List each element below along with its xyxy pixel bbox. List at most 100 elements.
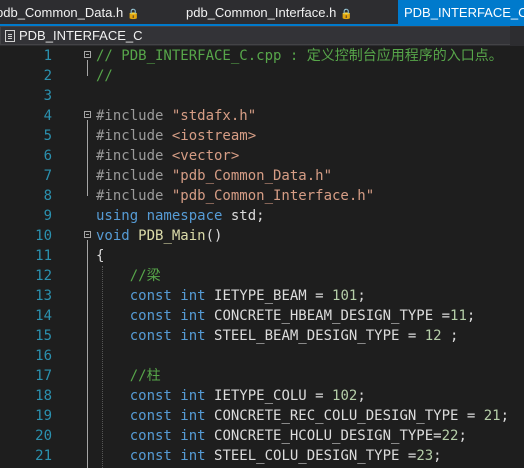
tab-label: pdb_Common_Data.h — [0, 5, 124, 20]
line-number: 3 — [43, 88, 52, 104]
code-token: ; — [458, 428, 467, 444]
collapse-icon[interactable] — [84, 231, 91, 238]
code-line[interactable]: 2 // — [0, 66, 524, 86]
line-number: 12 — [35, 268, 52, 284]
line-number: 1 — [43, 48, 52, 64]
code-token: #include — [96, 148, 172, 164]
code-token: // PDB_INTERFACE_C.cpp : 定义控制台应用程序的入口点。 — [96, 48, 503, 64]
code-text: void PDB_Main() — [96, 226, 222, 246]
code-token: CONCRETE_HBEAM_DESIGN_TYPE = — [214, 308, 451, 324]
code-token: const — [96, 408, 181, 424]
code-token: STEEL_COLU_DESIGN_TYPE = — [214, 448, 417, 464]
code-line[interactable]: 1 // PDB_INTERFACE_C.cpp : 定义控制台应用程序的入口点。 — [0, 46, 524, 66]
code-line[interactable]: 13 const int IETYPE_BEAM = 101; — [0, 286, 524, 306]
tab-pdb-interface-c-cpp[interactable]: PDB_INTERFACE_C.cpp — [398, 0, 524, 26]
code-token: const — [96, 328, 181, 344]
line-number: 18 — [35, 388, 52, 404]
code-line[interactable]: 17 //柱 — [0, 366, 524, 386]
code-token: 101 — [332, 288, 358, 304]
code-text: const int STEEL_COLU_DESIGN_TYPE =23; — [96, 446, 442, 466]
project-scope-dropdown[interactable]: PDB_INTERFACE_C — [0, 26, 516, 45]
lock-icon: 🔒 — [340, 9, 353, 20]
line-number: 14 — [35, 308, 52, 324]
code-line[interactable]: 20 const int CONCRETE_HCOLU_DESIGN_TYPE=… — [0, 426, 524, 446]
code-token: const — [96, 448, 181, 464]
code-token: ; — [357, 388, 366, 404]
code-line[interactable]: 19 const int CONCRETE_REC_COLU_DESIGN_TY… — [0, 406, 524, 426]
code-text: #include <iostream> — [96, 126, 256, 146]
line-number: 10 — [35, 228, 52, 244]
code-token: const — [96, 388, 181, 404]
code-token: PDB_Main — [138, 228, 206, 244]
line-number: 21 — [35, 448, 52, 464]
line-number: 20 — [35, 428, 52, 444]
code-line[interactable]: 14 const int CONCRETE_HBEAM_DESIGN_TYPE … — [0, 306, 524, 326]
tab-pdb-common-interface[interactable]: pdb_Common_Interface.h 🔒 — [186, 0, 376, 26]
code-line[interactable]: 8 #include "pdb_Common_Interface.h" — [0, 186, 524, 206]
code-line[interactable]: 10 void PDB_Main() — [0, 226, 524, 246]
code-token: int — [180, 428, 215, 444]
code-token: <vector> — [171, 148, 240, 164]
code-editor[interactable]: 1 // PDB_INTERFACE_C.cpp : 定义控制台应用程序的入口点。… — [0, 46, 524, 468]
line-number: 11 — [35, 248, 52, 264]
code-token: "pdb_Common_Interface.h" — [171, 188, 375, 204]
code-token: const — [96, 428, 181, 444]
line-number: 8 — [43, 188, 52, 204]
code-token: std; — [230, 208, 265, 224]
code-line[interactable]: 15 const int STEEL_BEAM_DESIGN_TYPE = 12… — [0, 326, 524, 346]
code-line[interactable]: 18 const int IETYPE_COLU = 102; — [0, 386, 524, 406]
document-tab-strip: pdb_Common_Data.h 🔒 pdb_Common_Interface.… — [0, 0, 524, 26]
code-token: 12 — [424, 328, 442, 344]
code-text: using namespace std; — [96, 206, 265, 226]
line-number: 17 — [35, 368, 52, 384]
code-text: //梁 — [96, 266, 161, 286]
code-text: const int IETYPE_COLU = 102; — [96, 386, 366, 406]
project-scope-label: PDB_INTERFACE_C — [19, 28, 143, 43]
code-text: const int STEEL_BEAM_DESIGN_TYPE = 12 ; — [96, 326, 459, 346]
code-token: // — [96, 68, 113, 84]
lock-icon: 🔒 — [127, 9, 140, 20]
line-number: 5 — [43, 128, 52, 144]
line-number: 15 — [35, 328, 52, 344]
code-line[interactable]: 7 #include "pdb_Common_Data.h" — [0, 166, 524, 186]
code-token: int — [180, 328, 215, 344]
code-line[interactable]: 4 #include "stdafx.h" — [0, 106, 524, 126]
navigation-bar: PDB_INTERFACE_C — [0, 26, 524, 47]
code-text: // PDB_INTERFACE_C.cpp : 定义控制台应用程序的入口点。 — [96, 46, 503, 66]
line-number: 4 — [43, 108, 52, 124]
code-token: IETYPE_BEAM = — [214, 288, 333, 304]
code-token: namespace — [146, 208, 231, 224]
code-token: #include — [96, 108, 172, 124]
code-token: int — [180, 448, 215, 464]
code-line[interactable]: 12 //梁 — [0, 266, 524, 286]
code-token: <iostream> — [171, 128, 257, 144]
code-token: int — [180, 308, 215, 324]
collapse-icon[interactable] — [84, 51, 91, 58]
code-line[interactable]: 6 #include <vector> — [0, 146, 524, 166]
tab-pdb-common-data[interactable]: pdb_Common_Data.h 🔒 — [0, 0, 152, 26]
line-number: 19 — [35, 408, 52, 424]
code-line[interactable]: 11 { — [0, 246, 524, 266]
member-dropdown-edge[interactable] — [510, 26, 524, 46]
code-token: STEEL_BEAM_DESIGN_TYPE = — [214, 328, 425, 344]
code-text: #include "stdafx.h" — [96, 106, 256, 126]
code-token: int — [180, 388, 215, 404]
code-text: #include "pdb_Common_Interface.h" — [96, 186, 374, 206]
collapse-icon[interactable] — [84, 111, 91, 118]
tab-label: pdb_Common_Interface.h — [186, 5, 337, 20]
code-line[interactable]: 9 using namespace std; — [0, 206, 524, 226]
code-token: ; — [441, 328, 459, 344]
code-text: const int CONCRETE_HBEAM_DESIGN_TYPE =11… — [96, 306, 476, 326]
code-token: "stdafx.h" — [171, 108, 257, 124]
line-number: 13 — [35, 288, 52, 304]
line-number: 16 — [35, 348, 52, 364]
code-line[interactable]: 5 #include <iostream> — [0, 126, 524, 146]
code-token: //柱 — [96, 368, 161, 384]
code-line[interactable]: 3 — [0, 86, 524, 106]
line-number: 2 — [43, 68, 52, 84]
code-line[interactable]: 16 — [0, 346, 524, 366]
code-token: 102 — [332, 388, 358, 404]
code-text: #include <vector> — [96, 146, 239, 166]
code-line[interactable]: 21 const int STEEL_COLU_DESIGN_TYPE =23; — [0, 446, 524, 466]
code-token: int — [180, 288, 215, 304]
